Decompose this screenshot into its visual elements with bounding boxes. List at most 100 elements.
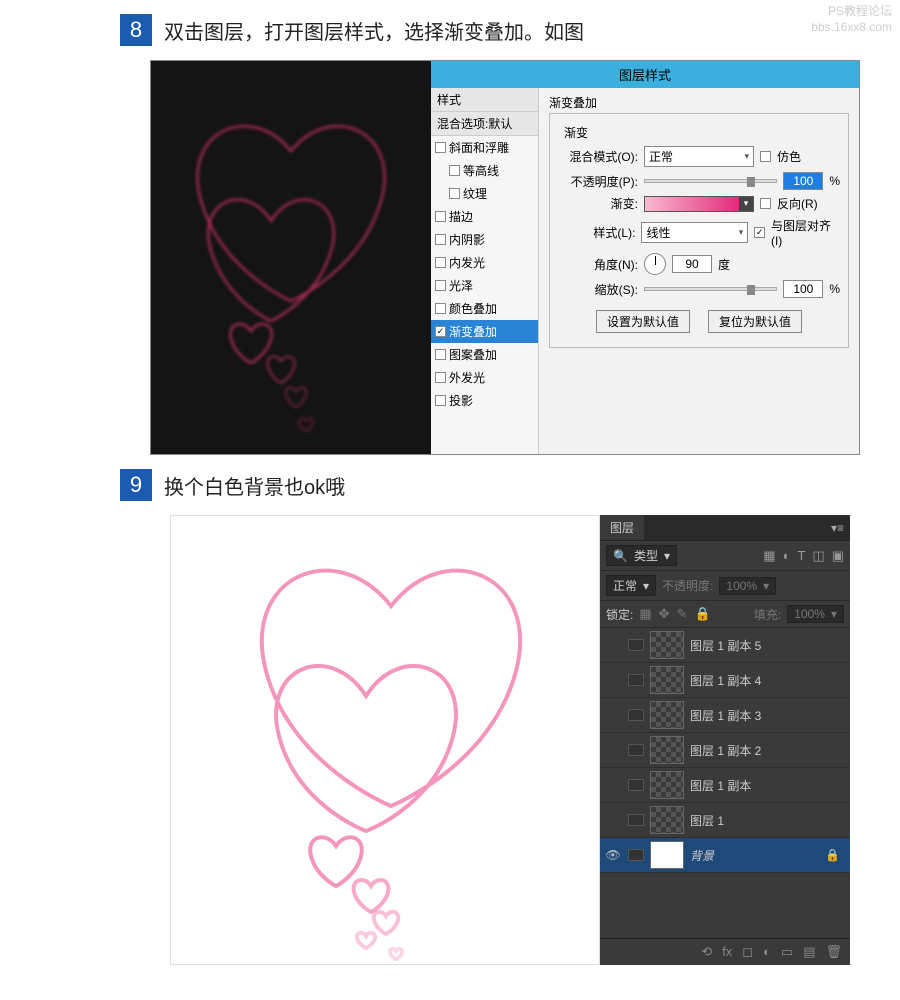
dither-checkbox[interactable] bbox=[760, 151, 771, 162]
styles-blend-default[interactable]: 混合选项:默认 bbox=[431, 112, 538, 136]
style-label: 样式(L): bbox=[558, 224, 635, 241]
filter-type-icon[interactable]: T bbox=[797, 548, 805, 564]
fill-value-text: 100% bbox=[794, 607, 825, 621]
style-checkbox[interactable] bbox=[435, 280, 446, 291]
style-checkbox[interactable] bbox=[435, 257, 446, 268]
reset-default-button[interactable]: 复位为默认值 bbox=[708, 310, 802, 333]
scale-value[interactable]: 100 bbox=[783, 280, 823, 298]
style-item-描边[interactable]: 描边 bbox=[431, 205, 538, 228]
panel-menu-icon[interactable]: ▾≡ bbox=[825, 521, 850, 535]
style-label: 内发光 bbox=[449, 254, 485, 271]
panel-opacity-value[interactable]: 100% ▾ bbox=[719, 577, 776, 595]
lock-all-icon[interactable]: 🔒 bbox=[694, 606, 710, 622]
lock-pixels-icon[interactable]: ▦ bbox=[639, 606, 651, 622]
style-select[interactable]: 线性 ▾ bbox=[641, 222, 748, 243]
reverse-checkbox[interactable] bbox=[760, 198, 771, 209]
lock-brush-icon[interactable]: ✎ bbox=[677, 606, 688, 622]
opacity-value[interactable]: 100 bbox=[783, 172, 823, 190]
layer-row[interactable]: 图层 1 副本 5 bbox=[600, 628, 850, 663]
angle-value[interactable]: 90 bbox=[672, 255, 712, 273]
style-checkbox[interactable] bbox=[435, 142, 446, 153]
layer-select-box[interactable] bbox=[628, 849, 644, 861]
layer-select-box[interactable] bbox=[628, 709, 644, 721]
layer-row[interactable]: 图层 1 副本 3 bbox=[600, 698, 850, 733]
blend-mode-select[interactable]: 正常 ▾ bbox=[644, 146, 754, 167]
hearts-dark-illustration bbox=[151, 61, 431, 451]
visibility-icon[interactable]: 👁 bbox=[604, 848, 622, 862]
style-item-斜面和浮雕[interactable]: 斜面和浮雕 bbox=[431, 136, 538, 159]
layer-row[interactable]: 👁背景🔒 bbox=[600, 838, 850, 873]
opacity-slider[interactable] bbox=[644, 179, 777, 183]
lock-position-icon[interactable]: ✥ bbox=[659, 606, 670, 622]
style-item-投影[interactable]: 投影 bbox=[431, 389, 538, 412]
style-item-内发光[interactable]: 内发光 bbox=[431, 251, 538, 274]
opacity-label: 不透明度(P): bbox=[558, 173, 638, 190]
layer-select-box[interactable] bbox=[628, 639, 644, 651]
style-item-光泽[interactable]: 光泽 bbox=[431, 274, 538, 297]
style-item-颜色叠加[interactable]: 颜色叠加 bbox=[431, 297, 538, 320]
filter-shape-icon[interactable]: ◫ bbox=[812, 548, 824, 564]
layer-select-box[interactable] bbox=[628, 779, 644, 791]
layer-thumbnail[interactable] bbox=[650, 666, 684, 694]
layer-row[interactable]: 图层 1 副本 4 bbox=[600, 663, 850, 698]
style-checkbox[interactable] bbox=[435, 234, 446, 245]
scale-unit: % bbox=[829, 282, 840, 296]
layer-thumbnail[interactable] bbox=[650, 701, 684, 729]
style-checkbox[interactable] bbox=[435, 395, 446, 406]
blend-select[interactable]: 正常 ▾ bbox=[606, 575, 656, 596]
dialog-title: 图层样式 bbox=[431, 61, 859, 88]
dither-label: 仿色 bbox=[777, 148, 801, 165]
adjustment-icon[interactable]: ◐ bbox=[763, 944, 771, 960]
style-label: 图案叠加 bbox=[449, 346, 497, 363]
layer-select-box[interactable] bbox=[628, 674, 644, 686]
style-item-渐变叠加[interactable]: ✓渐变叠加 bbox=[431, 320, 538, 343]
style-checkbox[interactable] bbox=[449, 188, 460, 199]
style-item-外发光[interactable]: 外发光 bbox=[431, 366, 538, 389]
trash-icon[interactable]: 🗑 bbox=[825, 944, 842, 960]
style-checkbox[interactable]: ✓ bbox=[435, 326, 446, 337]
chevron-down-icon: ▾ bbox=[664, 549, 670, 563]
style-checkbox[interactable] bbox=[449, 165, 460, 176]
fill-value[interactable]: 100% ▾ bbox=[787, 605, 844, 623]
layer-select-box[interactable] bbox=[628, 744, 644, 756]
align-checkbox[interactable]: ✓ bbox=[754, 227, 765, 238]
style-value: 线性 bbox=[646, 224, 670, 241]
gradient-swatch[interactable]: ▾ bbox=[644, 196, 754, 212]
mask-icon[interactable]: ◻ bbox=[742, 944, 753, 960]
styles-header[interactable]: 样式 bbox=[431, 88, 538, 112]
layer-thumbnail[interactable] bbox=[650, 631, 684, 659]
layer-filter-select[interactable]: 🔍 类型 ▾ bbox=[606, 545, 677, 566]
style-checkbox[interactable] bbox=[435, 211, 446, 222]
link-layers-icon[interactable]: ⟲ bbox=[701, 944, 712, 960]
angle-dial[interactable] bbox=[644, 253, 666, 275]
layer-thumbnail[interactable] bbox=[650, 841, 684, 869]
layer-thumbnail[interactable] bbox=[650, 736, 684, 764]
scale-slider[interactable] bbox=[644, 287, 777, 291]
style-checkbox[interactable] bbox=[435, 372, 446, 383]
layer-row[interactable]: 图层 1 bbox=[600, 803, 850, 838]
layer-thumbnail[interactable] bbox=[650, 806, 684, 834]
step-8-number: 8 bbox=[120, 14, 152, 46]
set-default-button[interactable]: 设置为默认值 bbox=[596, 310, 690, 333]
style-checkbox[interactable] bbox=[435, 303, 446, 314]
tab-layers[interactable]: 图层 bbox=[600, 515, 644, 540]
style-item-内阴影[interactable]: 内阴影 bbox=[431, 228, 538, 251]
layer-name: 图层 1 副本 5 bbox=[690, 637, 846, 654]
style-item-等高线[interactable]: 等高线 bbox=[431, 159, 538, 182]
filter-smart-icon[interactable]: ▣ bbox=[832, 548, 844, 564]
layer-row[interactable]: 图层 1 副本 bbox=[600, 768, 850, 803]
lock-icon: 🔒 bbox=[825, 848, 846, 862]
style-checkbox[interactable] bbox=[435, 349, 446, 360]
group-icon[interactable]: ▭ bbox=[781, 944, 793, 960]
layer-row[interactable]: 图层 1 副本 2 bbox=[600, 733, 850, 768]
style-item-纹理[interactable]: 纹理 bbox=[431, 182, 538, 205]
layer-list: 图层 1 副本 5图层 1 副本 4图层 1 副本 3图层 1 副本 2图层 1… bbox=[600, 628, 850, 938]
filter-pixel-icon[interactable]: ▦ bbox=[763, 548, 775, 564]
fx-icon[interactable]: fx bbox=[722, 944, 732, 960]
new-layer-icon[interactable]: ▤ bbox=[803, 944, 815, 960]
step-9-header: 9 换个白色背景也ok哦 bbox=[0, 455, 900, 515]
filter-adjust-icon[interactable]: ◐ bbox=[783, 548, 791, 564]
style-item-图案叠加[interactable]: 图案叠加 bbox=[431, 343, 538, 366]
layer-thumbnail[interactable] bbox=[650, 771, 684, 799]
layer-select-box[interactable] bbox=[628, 814, 644, 826]
